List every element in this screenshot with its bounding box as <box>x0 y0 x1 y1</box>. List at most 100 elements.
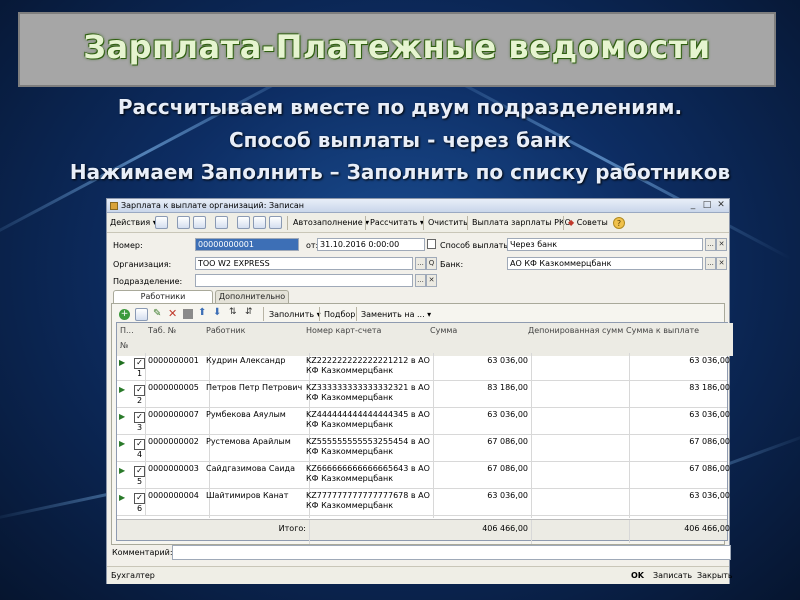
employee-cell[interactable]: Рустемова Арайлым <box>203 434 310 464</box>
save-button[interactable]: Записать <box>653 571 692 580</box>
to-pay-cell[interactable]: 63 036,00 <box>623 488 733 518</box>
refresh-icon[interactable] <box>193 216 206 229</box>
post-icon[interactable] <box>177 216 190 229</box>
row-checkbox[interactable]: ✓ <box>134 412 145 423</box>
employee-cell[interactable]: Петров Петр Петрович <box>203 380 310 410</box>
delete-row-icon[interactable]: ✕ <box>168 307 177 320</box>
table-row[interactable]: ▶ ✓ 4 0000000002 Рустемова Арайлым KZ55555555… <box>117 434 730 464</box>
card-cell[interactable]: KZ777777777777777678 в АО КФ Казкоммерцба… <box>303 488 434 518</box>
division-clear-button[interactable]: ✕ <box>426 274 437 287</box>
calendar-icon[interactable] <box>427 239 436 249</box>
to-pay-cell[interactable]: 67 086,00 <box>623 434 733 464</box>
sum-cell[interactable]: 83 186,00 <box>427 380 532 410</box>
division-field[interactable] <box>195 274 413 287</box>
tips-button[interactable]: ◆ Советы <box>568 216 608 230</box>
employee-cell[interactable]: Сайдгазимова Саида <box>203 461 310 491</box>
row-marker-cell[interactable]: ▶ ✓ 1 <box>117 353 146 380</box>
comment-field[interactable] <box>172 545 731 560</box>
row-checkbox[interactable]: ✓ <box>134 493 145 504</box>
tab-no-cell[interactable]: 0000000005 <box>145 380 210 410</box>
organization-select-button[interactable]: ... <box>415 257 426 270</box>
column-header-sum[interactable]: Сумма <box>427 323 532 356</box>
row-checkbox[interactable]: ✓ <box>134 358 145 369</box>
copy-row-icon[interactable] <box>135 308 148 321</box>
add-row-icon[interactable]: + <box>119 309 130 320</box>
table-row[interactable]: ▶ ✓ 2 0000000005 Петров Петр Петрович KZ33333… <box>117 380 730 410</box>
tab-additional[interactable]: Дополнительно <box>215 290 289 303</box>
tab-no-cell[interactable]: 0000000007 <box>145 407 210 437</box>
table-row[interactable]: ▶ ✓ 3 0000000007 Румбекова Аяулым KZ444444444… <box>117 407 730 437</box>
clear-button[interactable]: Очистить <box>428 216 468 230</box>
card-cell[interactable]: KZ333333333333332321 в АО КФ Казкоммерцба… <box>303 380 434 410</box>
table-row[interactable]: ▶ ✓ 1 0000000001 Кудрин Александр KZ222222222… <box>117 353 730 383</box>
card-cell[interactable]: KZ222222222222221212 в АО КФ Казкоммерцба… <box>303 353 434 383</box>
column-header-employee[interactable]: Работник <box>203 323 310 356</box>
selection-button[interactable]: Подбор <box>324 310 355 319</box>
minimize-button[interactable]: _ <box>687 200 699 210</box>
edit-row-icon[interactable]: ✎ <box>153 308 161 319</box>
copy-icon[interactable] <box>155 216 168 229</box>
tab-no-cell[interactable]: 0000000001 <box>145 353 210 383</box>
help-icon[interactable]: ? <box>613 217 625 229</box>
row-marker-cell[interactable]: ▶ ✓ 4 <box>117 434 146 461</box>
sum-cell[interactable]: 63 036,00 <box>427 488 532 518</box>
ok-button[interactable]: OK <box>631 571 644 580</box>
row-marker-cell[interactable]: ▶ ✓ 3 <box>117 407 146 434</box>
employee-cell[interactable]: Кудрин Александр <box>203 353 310 383</box>
payment-method-clear-button[interactable]: ✕ <box>716 238 727 251</box>
payroll-rko-button[interactable]: Выплата зарплаты РКО <box>472 216 571 230</box>
tab-no-cell[interactable]: 0000000004 <box>145 488 210 518</box>
deposited-cell[interactable] <box>525 488 630 518</box>
row-checkbox[interactable]: ✓ <box>134 385 145 396</box>
close-window-button[interactable]: ✕ <box>715 200 727 210</box>
autofill-menu[interactable]: Автозаполнение ▾ <box>293 216 369 230</box>
tab-employees[interactable]: Работники организации <box>113 290 213 313</box>
sum-cell[interactable]: 67 086,00 <box>427 434 532 464</box>
to-pay-cell[interactable]: 63 036,00 <box>623 353 733 383</box>
payment-method-select-button[interactable]: ... <box>705 238 716 251</box>
sort-asc-icon[interactable]: ⇅ <box>229 307 237 317</box>
row-marker-cell[interactable]: ▶ ✓ 2 <box>117 380 146 407</box>
row-checkbox[interactable]: ✓ <box>134 439 145 450</box>
column-header-deposited[interactable]: Депонированная сумма <box>525 323 630 356</box>
move-down-icon[interactable]: ⬇ <box>213 307 221 318</box>
row-marker-cell[interactable]: ▶ ✓ 5 <box>117 461 146 488</box>
structure-icon[interactable] <box>215 216 228 229</box>
row-checkbox[interactable]: ✓ <box>134 466 145 477</box>
table-row[interactable]: ▶ ✓ 6 0000000004 Шайтимиров Канат KZ777777777… <box>117 488 730 518</box>
number-field[interactable]: 00000000001 <box>195 238 299 251</box>
division-select-button[interactable]: ... <box>415 274 426 287</box>
table-row[interactable]: ▶ ✓ 5 0000000003 Сайдгазимова Саида KZ6666666… <box>117 461 730 491</box>
deposited-cell[interactable] <box>525 380 630 410</box>
actions-menu[interactable]: Действия ▾ <box>110 216 157 230</box>
help-doc-icon[interactable] <box>253 216 266 229</box>
to-pay-cell[interactable]: 63 036,00 <box>623 407 733 437</box>
fill-menu[interactable]: Заполнить ▾ <box>269 310 321 319</box>
bank-field[interactable]: АО КФ Казкоммерцбанк <box>507 257 703 270</box>
deposited-cell[interactable] <box>525 461 630 491</box>
bank-clear-button[interactable]: ✕ <box>716 257 727 270</box>
employee-cell[interactable]: Румбекова Аяулым <box>203 407 310 437</box>
tab-no-cell[interactable]: 0000000002 <box>145 434 210 464</box>
column-header-tab-no[interactable]: Таб. № <box>145 323 210 356</box>
column-header-card[interactable]: Номер карт-счета <box>303 323 434 356</box>
table-icon[interactable] <box>269 216 282 229</box>
unknown-square-icon[interactable] <box>183 309 193 319</box>
organization-field[interactable]: ТОО W2 EXPRESS <box>195 257 413 270</box>
organization-search-button[interactable]: Q <box>426 257 437 270</box>
payment-method-field[interactable]: Через банк <box>507 238 703 251</box>
tab-no-cell[interactable]: 0000000003 <box>145 461 210 491</box>
row-marker-cell[interactable]: ▶ ✓ 6 <box>117 488 146 515</box>
calculate-menu[interactable]: Рассчитать ▾ <box>370 216 424 230</box>
card-cell[interactable]: KZ444444444444444345 в АО КФ Казкоммерцба… <box>303 407 434 437</box>
bank-select-button[interactable]: ... <box>705 257 716 270</box>
maximize-button[interactable]: □ <box>701 200 713 210</box>
sum-cell[interactable]: 67 086,00 <box>427 461 532 491</box>
date-field[interactable]: 31.10.2016 0:00:00 <box>317 238 425 251</box>
deposited-cell[interactable] <box>525 407 630 437</box>
move-up-icon[interactable]: ⬆ <box>198 307 206 318</box>
to-pay-cell[interactable]: 67 086,00 <box>623 461 733 491</box>
report-icon[interactable] <box>237 216 250 229</box>
close-button[interactable]: Закрыть <box>697 571 733 580</box>
replace-menu[interactable]: Заменить на ... ▾ <box>361 310 431 319</box>
